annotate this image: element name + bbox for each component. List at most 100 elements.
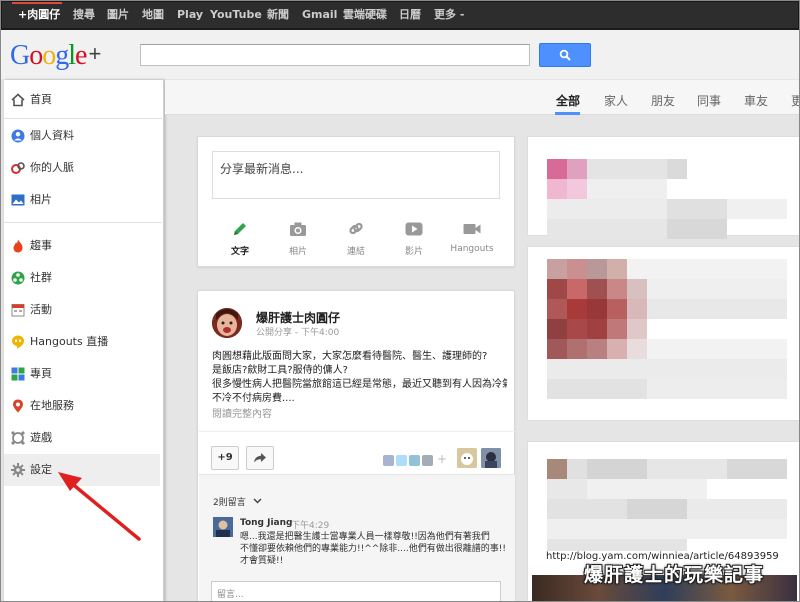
sidebar-item-label: 首頁 — [30, 93, 52, 106]
pixel-block — [547, 279, 567, 299]
topbar-link-play[interactable]: Play — [177, 2, 203, 28]
pixel-block — [587, 279, 607, 299]
sidebar-item-label: 設定 — [30, 463, 52, 476]
topbar-link-news[interactable]: 新聞 — [267, 2, 289, 28]
right-feed-column: http://blog.yam.com/winniea/article/6489… — [527, 136, 800, 602]
comment-input[interactable]: 留言... — [211, 581, 501, 602]
twitter-share-icon[interactable] — [396, 455, 407, 466]
topbar-link-search[interactable]: 搜尋 — [73, 2, 95, 28]
post-author[interactable]: 爆肝護士肉圓仔 — [256, 309, 340, 326]
pixel-block — [587, 179, 667, 199]
events-icon — [10, 302, 26, 318]
share-video-button[interactable]: 影片 — [386, 219, 442, 257]
linkedin-share-icon[interactable] — [409, 455, 420, 466]
pixel-block — [647, 299, 787, 319]
reshare-button[interactable] — [246, 446, 274, 470]
camera-icon — [270, 219, 326, 239]
sidebar-item-hangouts[interactable]: Hangouts 直播 — [4, 326, 160, 358]
sidebar-item-settings[interactable]: 設定 — [4, 454, 160, 486]
pixel-block — [587, 159, 667, 179]
pixel-block — [627, 299, 647, 319]
comment-text: 嗯...我還是把醫生護士當專業人員一樣尊敬!!因為他們有著我們 不懂卻要依賴他們… — [240, 531, 508, 567]
plusoner-avatar[interactable] — [457, 448, 477, 468]
comment-author[interactable]: Tong Jiang — [240, 518, 292, 528]
pixel-block — [647, 339, 787, 359]
pixel-block — [607, 279, 627, 299]
comment-count: 2則留言 — [213, 498, 246, 508]
comment-count-toggle[interactable]: 2則留言 — [213, 495, 262, 508]
plus-one-button[interactable]: +9 — [211, 446, 239, 470]
sidebar-item-label: 在地服務 — [30, 399, 74, 412]
topbar-link-gmail[interactable]: Gmail — [302, 2, 337, 28]
post-card: 爆肝護士肉圓仔 公開分享 - 下午4:00 肉圓想藉此版面問大家，大家怎麼看待醫… — [197, 290, 515, 602]
photos-icon — [10, 192, 26, 208]
sidebar-item-games[interactable]: 遊戲 — [4, 422, 160, 454]
pixel-block — [567, 459, 587, 479]
pixel-block — [727, 199, 787, 219]
sidebar-item-communities[interactable]: 社群 — [4, 262, 160, 294]
pixel-block — [567, 339, 587, 359]
tab-overflow[interactable]: 更 — [791, 92, 800, 109]
sidebar-item-home[interactable]: 首頁 — [4, 84, 160, 116]
topbar-link-maps[interactable]: 地圖 — [142, 2, 164, 28]
pixel-block — [607, 299, 627, 319]
pixel-block — [647, 279, 787, 299]
circle-tabs: 全部 家人 朋友 同事 車友 更 — [165, 80, 800, 115]
topbar-link-profile[interactable]: +肉圓仔 — [18, 2, 60, 28]
topbar-link-images[interactable]: 圖片 — [107, 2, 129, 28]
pencil-icon — [212, 219, 268, 239]
video-play-icon — [386, 219, 442, 239]
share-link-button[interactable]: 連結 — [328, 219, 384, 257]
pixel-block — [607, 259, 627, 279]
pixel-block — [547, 339, 567, 359]
sidebar-item-label: 專頁 — [30, 367, 52, 380]
tab-all[interactable]: 全部 — [556, 92, 580, 109]
search-button[interactable] — [539, 43, 591, 67]
search-input[interactable] — [140, 44, 530, 66]
share-text-button[interactable]: 文字 — [212, 219, 268, 257]
topbar-link-drive[interactable]: 雲端硬碟 — [343, 2, 387, 28]
comment-line: 不懂卻要依賴他們的專業能力!!^^除非....他們有做出很離譜的事!! — [240, 544, 506, 554]
google-plus-logo[interactable]: Google+ — [10, 40, 101, 72]
share-box: 分享最新消息... 文字 相片 連結 影片 Hangouts — [197, 136, 515, 267]
plusoner-avatar[interactable] — [481, 448, 501, 468]
share-photo-button[interactable]: 相片 — [270, 219, 326, 257]
tab-family[interactable]: 家人 — [604, 92, 628, 109]
pixel-block — [627, 499, 687, 519]
pixel-block — [667, 219, 727, 239]
tab-car-friends[interactable]: 車友 — [744, 92, 768, 109]
active-tab-indicator — [555, 112, 580, 115]
sidebar-item-pages[interactable]: 專頁 — [4, 358, 160, 390]
pixel-block — [547, 519, 787, 539]
pixel-block — [567, 179, 587, 199]
blurred-post-card — [527, 246, 800, 421]
topbar-link-youtube[interactable]: YouTube — [210, 2, 262, 28]
avatar[interactable] — [212, 308, 242, 338]
share-input[interactable]: 分享最新消息... — [212, 151, 500, 199]
pixel-block — [567, 279, 587, 299]
tab-coworkers[interactable]: 同事 — [697, 92, 721, 109]
tumblr-share-icon[interactable] — [422, 455, 433, 466]
sidebar-item-local[interactable]: 在地服務 — [4, 390, 160, 422]
pixel-block — [547, 479, 587, 499]
more-share-icon[interactable]: + — [437, 452, 447, 466]
sidebar-item-profile[interactable]: 個人資料 — [4, 120, 160, 152]
logo-plus: + — [88, 41, 102, 66]
facebook-share-icon[interactable] — [383, 455, 394, 466]
sidebar-item-label: 遊戲 — [30, 431, 52, 444]
sidebar-item-label: 個人資料 — [30, 129, 74, 142]
read-more-link[interactable]: 閱讀完整內容 — [212, 405, 272, 420]
topbar-link-more[interactable]: 更多 - — [434, 2, 464, 28]
sidebar-item-photos[interactable]: 相片 — [4, 184, 160, 216]
tab-friends[interactable]: 朋友 — [651, 92, 675, 109]
share-option-label: Hangouts — [450, 244, 494, 254]
pixel-block — [547, 459, 567, 479]
commenter-avatar[interactable] — [213, 517, 233, 537]
share-hangouts-button[interactable]: Hangouts — [444, 219, 500, 254]
share-arrow-icon — [254, 453, 266, 463]
sidebar-item-events[interactable]: 活動 — [4, 294, 160, 326]
topbar-link-calendar[interactable]: 日曆 — [399, 2, 421, 28]
sidebar-item-trending[interactable]: 趨事 — [4, 230, 160, 262]
sidebar-item-circles[interactable]: 你的人脈 — [4, 152, 160, 184]
chevron-down-icon — [253, 498, 262, 504]
